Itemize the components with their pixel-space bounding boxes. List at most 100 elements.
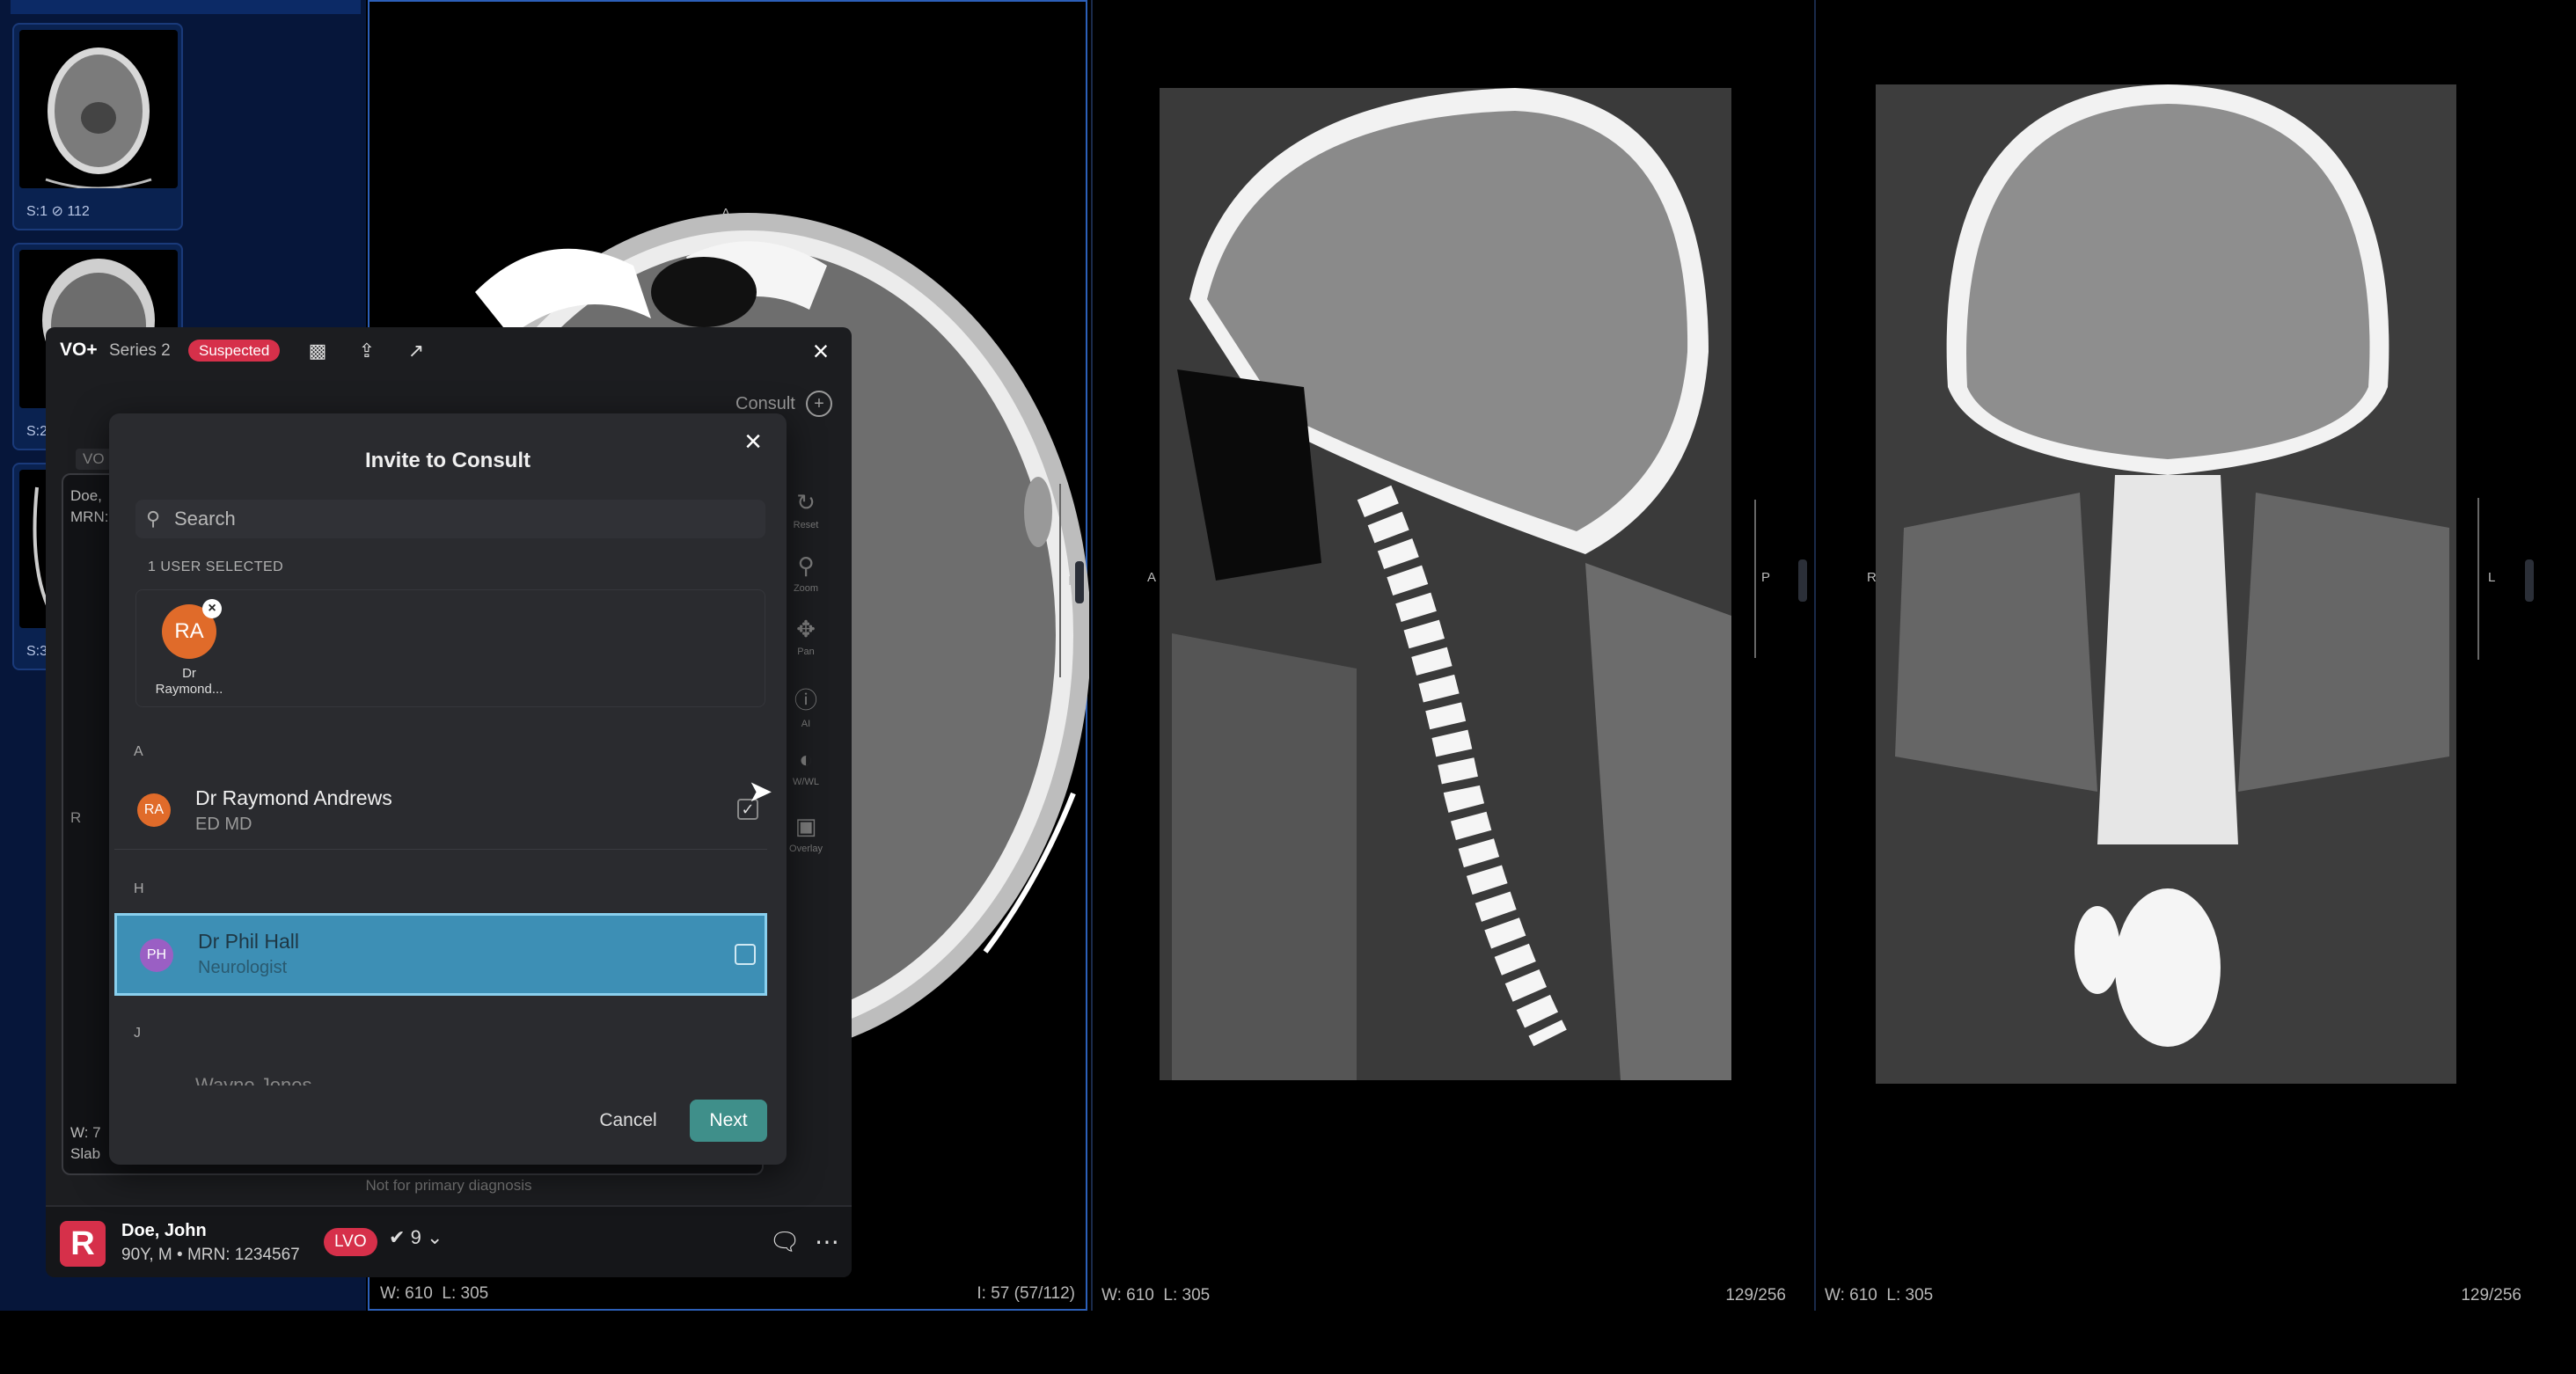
chevron-down-icon: ⌄: [426, 1226, 443, 1248]
viewport-sagittal[interactable]: A P W: 610 L: 305 129/256: [1091, 0, 1811, 1311]
slice-scrollbar[interactable]: [1798, 559, 1807, 602]
scale-ruler: [1045, 484, 1061, 677]
viewport-footer-window-level: W: 610 L: 305: [380, 1284, 488, 1304]
tool-overlay[interactable]: ▣ Overlay: [781, 813, 831, 854]
tool-ai[interactable]: ⓘ AI: [781, 683, 831, 729]
sagittal-ct-image: [1160, 88, 1731, 1080]
rail-top-bar: [11, 0, 361, 14]
user-role: ED MD: [195, 815, 252, 834]
tool-reset[interactable]: ↻ Reset: [781, 489, 831, 530]
mini-slab: Slab: [70, 1145, 101, 1162]
selected-count-label: 1 USER SELECTED: [148, 559, 284, 574]
search-icon: ⚲: [146, 508, 161, 530]
task-count-dropdown[interactable]: ✔︎ 9 ⌄: [389, 1226, 443, 1249]
mouse-cursor-icon: ➤: [748, 775, 773, 808]
slice-scrollbar[interactable]: [2525, 559, 2534, 602]
selected-users-box: RA × Dr Raymond...: [135, 589, 765, 707]
window-value: W: 610: [1825, 1286, 1877, 1305]
more-options-icon[interactable]: ⋯: [809, 1224, 845, 1260]
zoom-icon: ⚲: [797, 552, 815, 579]
mini-window: W: 7: [70, 1124, 101, 1141]
patient-meta: 90Y, M • MRN: 1234567: [121, 1246, 300, 1264]
group-letter-h: H: [134, 881, 144, 896]
search-field[interactable]: ⚲: [135, 500, 765, 538]
check-circle-icon: ✔︎: [389, 1226, 406, 1248]
close-panel-icon[interactable]: ×: [806, 336, 836, 366]
flag-icon[interactable]: ▩: [304, 338, 331, 364]
tool-zoom[interactable]: ⚲ Zoom: [781, 552, 831, 594]
external-link-icon[interactable]: ↗: [403, 338, 429, 364]
viewport-footer-window-level: W: 610 L: 305: [1825, 1286, 1933, 1305]
selected-user-chip: RA × Dr Raymond...: [147, 599, 231, 698]
remove-user-icon[interactable]: ×: [202, 599, 222, 618]
invite-to-consult-modal: Invite to Consult × ⚲ 1 USER SELECTED RA…: [109, 413, 787, 1165]
user-row-phil-hall[interactable]: PH Dr Phil Hall Neurologist: [114, 913, 767, 996]
reset-icon: ↻: [796, 489, 816, 515]
series-thumbnail-1[interactable]: S:1 ⊘ 112: [12, 23, 183, 230]
app-logo: R: [60, 1221, 106, 1267]
chat-icon[interactable]: 🗨︎: [767, 1224, 802, 1260]
patient-name: Doe, John: [121, 1221, 207, 1240]
thumbnail-caption: S:2: [26, 424, 48, 439]
level-value: L: 305: [1163, 1286, 1211, 1305]
tool-window-level[interactable]: ◐ W/WL: [781, 746, 831, 787]
slice-index: I: 57 (57/112): [977, 1284, 1075, 1303]
suspected-badge: Suspected: [188, 340, 281, 362]
avatar: RA ×: [162, 599, 222, 659]
share-icon[interactable]: ⇪: [354, 338, 380, 364]
orientation-marker-left: A: [1147, 570, 1157, 585]
next-button[interactable]: Next: [690, 1100, 767, 1142]
consult-label[interactable]: Consult: [735, 394, 795, 414]
user-name: Dr Phil Hall: [198, 930, 300, 953]
consult-add-icon[interactable]: +: [806, 391, 832, 417]
orientation-marker-right: L: [2488, 570, 2496, 585]
slice-scrollbar[interactable]: [1075, 561, 1084, 603]
scale-ruler: [2463, 498, 2479, 660]
window-value: W: 610: [1101, 1286, 1154, 1305]
chip-name: Dr Raymond...: [155, 666, 223, 697]
mini-orientation: R: [70, 809, 82, 826]
close-modal-icon[interactable]: ×: [735, 424, 771, 459]
mini-viewer-label: VO: [76, 449, 112, 470]
orientation-marker-right: P: [1761, 570, 1771, 585]
lvo-tag[interactable]: LVO: [324, 1228, 377, 1256]
level-value: L: 305: [442, 1284, 489, 1303]
modal-title: Invite to Consult: [365, 449, 531, 472]
viewport-coronal[interactable]: R L W: 610 L: 305 129/256: [1814, 0, 2544, 1311]
thumbnail-image: [19, 30, 178, 188]
search-input[interactable]: [174, 500, 746, 538]
thumbnail-caption: S:1 ⊘ 112: [26, 204, 90, 219]
series-label: Series 2: [109, 341, 171, 360]
group-letter-j: J: [134, 1026, 141, 1041]
scale-ruler: [1740, 500, 1756, 658]
viewport-footer-window-level: W: 610 L: 305: [1101, 1286, 1210, 1305]
user-row-raymond-andrews[interactable]: RA Dr Raymond Andrews ED MD ✓: [114, 769, 767, 850]
patient-bar: R Doe, John 90Y, M • MRN: 1234567 LVO ✔︎…: [46, 1205, 852, 1277]
user-checkbox[interactable]: [735, 944, 756, 965]
not-for-diagnosis-note: Not for primary diagnosis: [365, 1177, 532, 1194]
window-value: W: 610: [380, 1284, 433, 1303]
slice-index: 129/256: [2461, 1286, 2521, 1305]
avatar: RA: [137, 793, 171, 827]
brand-label: VO+: [60, 340, 98, 360]
user-name: Dr Raymond Andrews: [195, 786, 392, 809]
mini-patient-name: Doe,: [70, 487, 102, 504]
panel-header: VO+ Series 2 Suspected ▩ ⇪ ↗ ×: [46, 327, 852, 375]
user-role: Neurologist: [198, 958, 288, 977]
level-value: L: 305: [1886, 1286, 1934, 1305]
group-letter-a: A: [134, 744, 143, 759]
user-name-partial[interactable]: Wayne Jones: [195, 1073, 311, 1085]
pan-icon: ✥: [796, 616, 816, 642]
mini-mrn: MRN:: [70, 508, 109, 525]
coronal-ct-image: [1876, 84, 2456, 1084]
contrast-icon: ◐: [799, 746, 813, 772]
cancel-button[interactable]: Cancel: [584, 1100, 672, 1142]
task-count: 9: [410, 1226, 421, 1248]
tool-pan[interactable]: ✥ Pan: [781, 616, 831, 657]
thumbnail-caption: S:3: [26, 644, 48, 659]
ai-icon: ⓘ: [794, 687, 817, 713]
orientation-marker-right: I: [1068, 574, 1072, 588]
avatar: PH: [140, 939, 173, 972]
orientation-marker-left: R: [1867, 570, 1877, 585]
orientation-marker-top: A: [721, 206, 731, 221]
